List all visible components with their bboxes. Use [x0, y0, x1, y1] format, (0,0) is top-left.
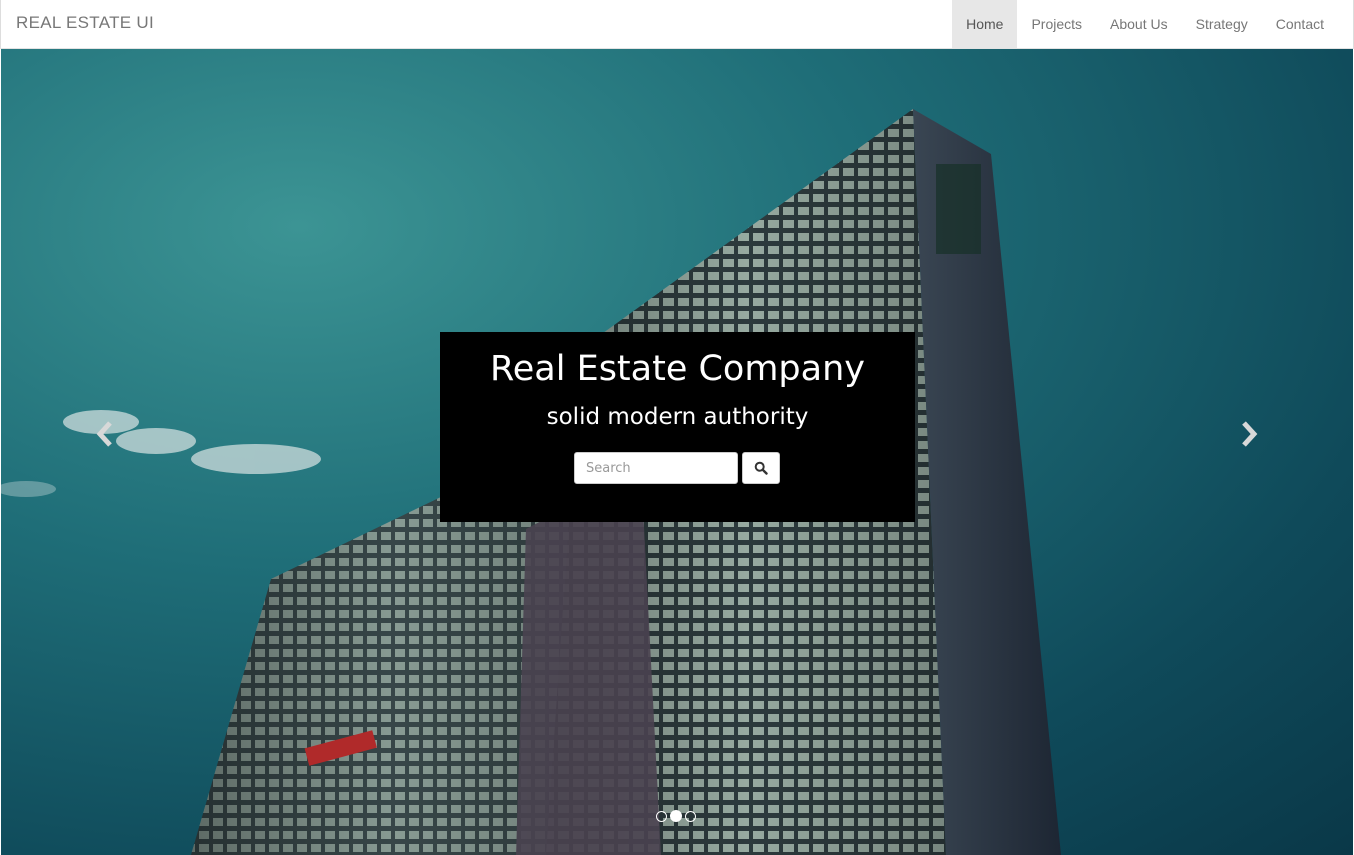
carousel-next-button[interactable] [1234, 414, 1264, 454]
hero-subtitle: solid modern authority [546, 404, 809, 430]
hero-title: Real Estate Company [490, 349, 865, 389]
nav-item-contact[interactable]: Contact [1262, 0, 1338, 48]
nav-item-home[interactable]: Home [952, 0, 1018, 48]
nav-item-about-us[interactable]: About Us [1096, 0, 1182, 48]
search-form [574, 452, 780, 484]
hero-caption: Real Estate Company solid modern authori… [440, 332, 915, 522]
brand-logo[interactable]: REAL ESTATE UI [16, 13, 154, 33]
carousel-prev-button[interactable] [90, 414, 120, 454]
nav-item-strategy[interactable]: Strategy [1182, 0, 1262, 48]
search-icon [754, 461, 768, 475]
carousel-indicators [656, 810, 696, 822]
carousel-indicator-2[interactable] [670, 810, 682, 822]
navbar: REAL ESTATE UI Home Projects About Us St… [0, 0, 1354, 49]
search-button[interactable] [742, 452, 780, 484]
chevron-left-icon [96, 421, 112, 447]
nav-item-projects[interactable]: Projects [1017, 0, 1096, 48]
hero-carousel: Real Estate Company solid modern authori… [1, 49, 1353, 855]
carousel-indicator-1[interactable] [656, 810, 667, 822]
chevron-right-icon [1242, 421, 1258, 447]
carousel-indicator-3[interactable] [685, 810, 696, 822]
search-input[interactable] [574, 452, 738, 484]
nav-menu: Home Projects About Us Strategy Contact [952, 0, 1338, 48]
